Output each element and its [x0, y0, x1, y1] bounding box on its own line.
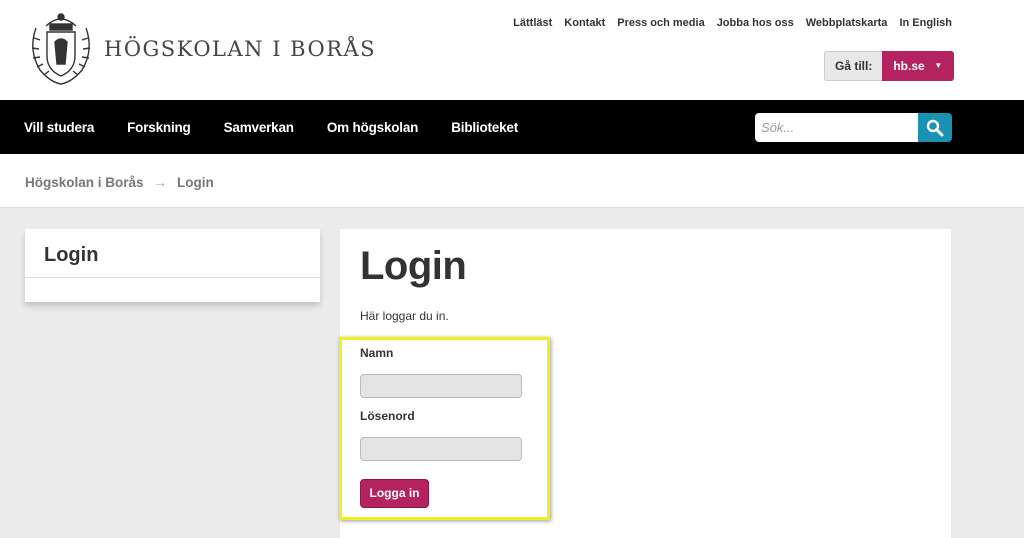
search-icon — [926, 119, 944, 137]
nav-item-om-hogskolan[interactable]: Om högskolan — [327, 120, 419, 135]
crest-logo-icon[interactable] — [24, 6, 98, 90]
login-button[interactable]: Logga in — [360, 479, 429, 508]
link-press-och-media[interactable]: Press och media — [617, 17, 704, 29]
goto-label: Gå till: — [824, 51, 883, 81]
nav-item-biblioteket[interactable]: Biblioteket — [451, 120, 518, 135]
page-title: Login — [360, 244, 467, 288]
nav-item-forskning[interactable]: Forskning — [127, 120, 191, 135]
link-lattlast[interactable]: Lättläst — [513, 17, 552, 29]
link-webbplatskarta[interactable]: Webbplatskarta — [806, 17, 888, 29]
search-button[interactable] — [918, 113, 952, 142]
sidebar-divider — [25, 277, 320, 278]
site-header: HÖGSKOLAN I BORÅS Lättläst Kontakt Press… — [0, 0, 1024, 100]
name-input[interactable] — [360, 374, 522, 398]
caret-down-icon: ▼ — [934, 61, 943, 70]
link-kontakt[interactable]: Kontakt — [564, 17, 605, 29]
goto-site-selector: Gå till: hb.se ▼ — [824, 51, 955, 81]
sidebar-title[interactable]: Login — [44, 244, 98, 267]
breadcrumb-current: Login — [177, 175, 214, 190]
breadcrumb-bar: Högskolan i Borås → Login — [0, 154, 1024, 208]
goto-dropdown[interactable]: hb.se ▼ — [882, 51, 955, 81]
breadcrumb-arrow-icon: → — [153, 175, 168, 190]
password-label: Lösenord — [360, 409, 415, 423]
breadcrumb: Högskolan i Borås → Login — [25, 175, 214, 190]
nav-item-vill-studera[interactable]: Vill studera — [24, 120, 94, 135]
utility-links: Lättläst Kontakt Press och media Jobba h… — [513, 17, 952, 29]
goto-selected-value: hb.se — [893, 59, 925, 73]
breadcrumb-home[interactable]: Högskolan i Borås — [25, 175, 144, 190]
link-in-english[interactable]: In English — [899, 17, 952, 29]
intro-text: Här loggar du in. — [360, 309, 449, 323]
sidebar-menu: Login — [25, 229, 320, 302]
name-label: Namn — [360, 346, 394, 360]
password-input[interactable] — [360, 437, 522, 461]
nav-item-samverkan[interactable]: Samverkan — [224, 120, 294, 135]
search-input[interactable] — [755, 113, 919, 142]
link-jobba-hos-oss[interactable]: Jobba hos oss — [717, 17, 794, 29]
site-logo-text[interactable]: HÖGSKOLAN I BORÅS — [104, 37, 376, 61]
